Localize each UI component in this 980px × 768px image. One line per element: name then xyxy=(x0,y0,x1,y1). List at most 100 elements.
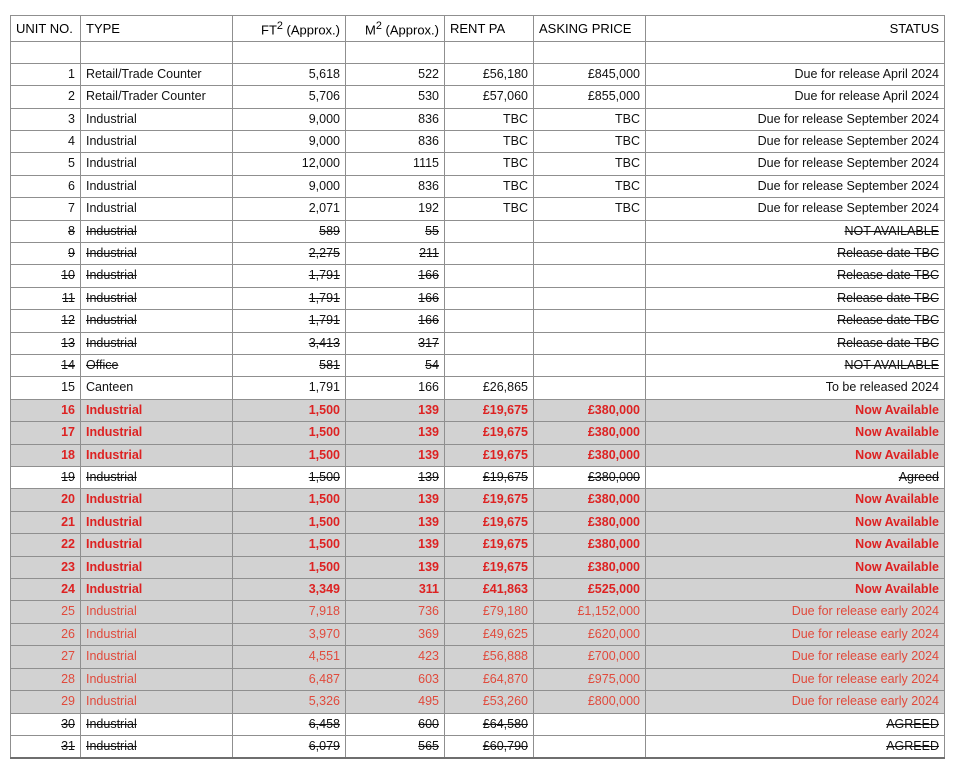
cell-rent-pa xyxy=(444,219,534,243)
cell-status: Due for release early 2024 xyxy=(645,690,945,714)
cell-unit-no: 20 xyxy=(10,488,81,512)
cell-asking-price: £380,000 xyxy=(533,398,646,423)
table-row[interactable]: 6 Industrial 9,000 836 TBC TBC Due for release… xyxy=(10,174,945,199)
column-header-rent-pa[interactable]: RENT PA xyxy=(444,15,534,42)
cell-m2: 54 xyxy=(345,354,445,378)
table-row[interactable]: 8 Industrial 589 55 NOT AVAILABLE xyxy=(10,219,945,243)
cell-unit-no: 7 xyxy=(10,197,81,221)
cell-type: Industrial xyxy=(80,600,233,624)
table-row[interactable]: 12 Industrial 1,791 166 Release date TBC xyxy=(10,309,945,333)
table-row[interactable]: 31 Industrial 6,079 565 £60,790 AGREED xyxy=(10,734,945,760)
cell-unit-no: 11 xyxy=(10,286,81,311)
header-row: UNIT NO. TYPE FT2 (Approx.) M2 (Approx.)… xyxy=(10,15,945,42)
table-row[interactable]: 3 Industrial 9,000 836 TBC TBC Due for release… xyxy=(10,107,945,131)
cell-rent-pa: TBC xyxy=(444,197,534,221)
table-row[interactable]: 21 Industrial 1,500 139 £19,675 £380,000 Now A… xyxy=(10,510,945,535)
cell-type: Industrial xyxy=(80,667,233,692)
cell-unit-no: 14 xyxy=(10,354,81,378)
cell-rent-pa: £41,863 xyxy=(444,578,534,602)
cell-m2: 139 xyxy=(345,533,445,557)
cell-type: Industrial xyxy=(80,152,233,176)
cell-asking-price: £855,000 xyxy=(533,85,646,109)
table-row[interactable]: 17 Industrial 1,500 139 £19,675 £380,000 Now A… xyxy=(10,421,945,445)
cell-status: AGREED xyxy=(645,734,945,760)
table-row[interactable]: 25 Industrial 7,918 736 £79,180 £1,152,000 Due… xyxy=(10,600,945,624)
table-row[interactable]: 5 Industrial 12,000 1115 TBC TBC Due for relea… xyxy=(10,152,945,176)
cell-status: NOT AVAILABLE xyxy=(645,219,945,243)
cell-m2: 139 xyxy=(345,466,445,490)
cell-m2: 139 xyxy=(345,488,445,512)
cell-rent-pa: £64,870 xyxy=(444,667,534,692)
table-row[interactable]: 15 Canteen 1,791 166 £26,865 To be released 2… xyxy=(10,376,945,400)
cell-rent-pa: TBC xyxy=(444,107,534,131)
cell-asking-price: £380,000 xyxy=(533,555,646,580)
cell-status: Due for release September 2024 xyxy=(645,107,945,131)
cell-rent-pa: £19,675 xyxy=(444,443,534,468)
cell-rent-pa: £49,625 xyxy=(444,622,534,647)
cell-type: Industrial xyxy=(80,309,233,333)
column-header-type[interactable]: TYPE xyxy=(80,15,233,42)
table-row[interactable]: 16 Industrial 1,500 139 £19,675 £380,000 Now A… xyxy=(10,398,945,423)
table-row[interactable]: 2 Retail/Trader Counter 5,706 530 £57,060 £85… xyxy=(10,85,945,109)
cell-asking-price: TBC xyxy=(533,107,646,131)
cell-m2: 836 xyxy=(345,129,445,154)
table-row[interactable]: 13 Industrial 3,413 317 Release date TBC xyxy=(10,331,945,356)
table-row[interactable]: 22 Industrial 1,500 139 £19,675 £380,000 Now A… xyxy=(10,533,945,557)
cell-status: Release date TBC xyxy=(645,241,945,266)
table-row[interactable]: 26 Industrial 3,970 369 £49,625 £620,000 Due f… xyxy=(10,622,945,647)
table-row[interactable]: 30 Industrial 6,458 600 £64,580 AGREED xyxy=(10,712,945,736)
table-row[interactable]: 11 Industrial 1,791 166 Release date TBC xyxy=(10,286,945,311)
cell-asking-price xyxy=(533,734,646,760)
cell-asking-price: £975,000 xyxy=(533,667,646,692)
cell-type: Industrial xyxy=(80,398,233,423)
spacer-row xyxy=(10,40,945,64)
table-row[interactable]: 1 Retail/Trade Counter 5,618 522 £56,180 £845… xyxy=(10,62,945,87)
cell-rent-pa: £56,180 xyxy=(444,62,534,87)
cell-type: Industrial xyxy=(80,331,233,356)
cell-type: Industrial xyxy=(80,510,233,535)
cell-unit-no: 30 xyxy=(10,712,81,736)
cell-status: Now Available xyxy=(645,443,945,468)
cell-status: Agreed xyxy=(645,466,945,490)
cell-type: Industrial xyxy=(80,421,233,445)
cell-asking-price: £380,000 xyxy=(533,466,646,490)
table-row[interactable]: 24 Industrial 3,349 311 £41,863 £525,000 Now A… xyxy=(10,578,945,602)
cell-asking-price: £380,000 xyxy=(533,510,646,535)
cell-type: Industrial xyxy=(80,555,233,580)
table-row[interactable]: 27 Industrial 4,551 423 £56,888 £700,000 Due f… xyxy=(10,645,945,669)
cell-asking-price: £525,000 xyxy=(533,578,646,602)
table-row[interactable]: 23 Industrial 1,500 139 £19,675 £380,000 Now A… xyxy=(10,555,945,580)
table-row[interactable]: 20 Industrial 1,500 139 £19,675 £380,000 Now A… xyxy=(10,488,945,512)
cell-ft2: 3,349 xyxy=(232,578,346,602)
table-row[interactable]: 19 Industrial 1,500 139 £19,675 £380,000 Agree… xyxy=(10,466,945,490)
cell-status xyxy=(645,40,945,64)
table-row[interactable]: 9 Industrial 2,275 211 Release date TBC xyxy=(10,241,945,266)
cell-unit-no: 6 xyxy=(10,174,81,199)
cell-unit-no: 12 xyxy=(10,309,81,333)
cell-status: Now Available xyxy=(645,578,945,602)
table-row[interactable]: 4 Industrial 9,000 836 TBC TBC Due for release… xyxy=(10,129,945,154)
column-header-unit-no[interactable]: UNIT NO. xyxy=(10,15,81,42)
table-row[interactable]: 14 Office 581 54 NOT AVAILABLE xyxy=(10,354,945,378)
cell-ft2: 2,275 xyxy=(232,241,346,266)
cell-ft2: 9,000 xyxy=(232,107,346,131)
table-row[interactable]: 29 Industrial 5,326 495 £53,260 £800,000 Due f… xyxy=(10,690,945,714)
cell-asking-price xyxy=(533,712,646,736)
table-row[interactable]: 7 Industrial 2,071 192 TBC TBC Due for release… xyxy=(10,197,945,221)
cell-ft2: 3,413 xyxy=(232,331,346,356)
column-header-status[interactable]: STATUS xyxy=(645,15,945,42)
cell-type: Industrial xyxy=(80,443,233,468)
table-row[interactable]: 18 Industrial 1,500 139 £19,675 £380,000 Now A… xyxy=(10,443,945,468)
table-row[interactable]: 10 Industrial 1,791 166 Release date TBC xyxy=(10,264,945,288)
cell-m2: 166 xyxy=(345,286,445,311)
cell-type: Office xyxy=(80,354,233,378)
cell-rent-pa xyxy=(444,286,534,311)
column-header-asking-price[interactable]: ASKING PRICE xyxy=(533,15,646,42)
cell-unit-no: 15 xyxy=(10,376,81,400)
cell-rent-pa: TBC xyxy=(444,174,534,199)
cell-status: AGREED xyxy=(645,712,945,736)
table-row[interactable]: 28 Industrial 6,487 603 £64,870 £975,000 Due f… xyxy=(10,667,945,692)
column-header-m2[interactable]: M2 (Approx.) xyxy=(345,15,445,42)
column-header-ft2[interactable]: FT2 (Approx.) xyxy=(232,15,346,42)
cell-m2: 369 xyxy=(345,622,445,647)
